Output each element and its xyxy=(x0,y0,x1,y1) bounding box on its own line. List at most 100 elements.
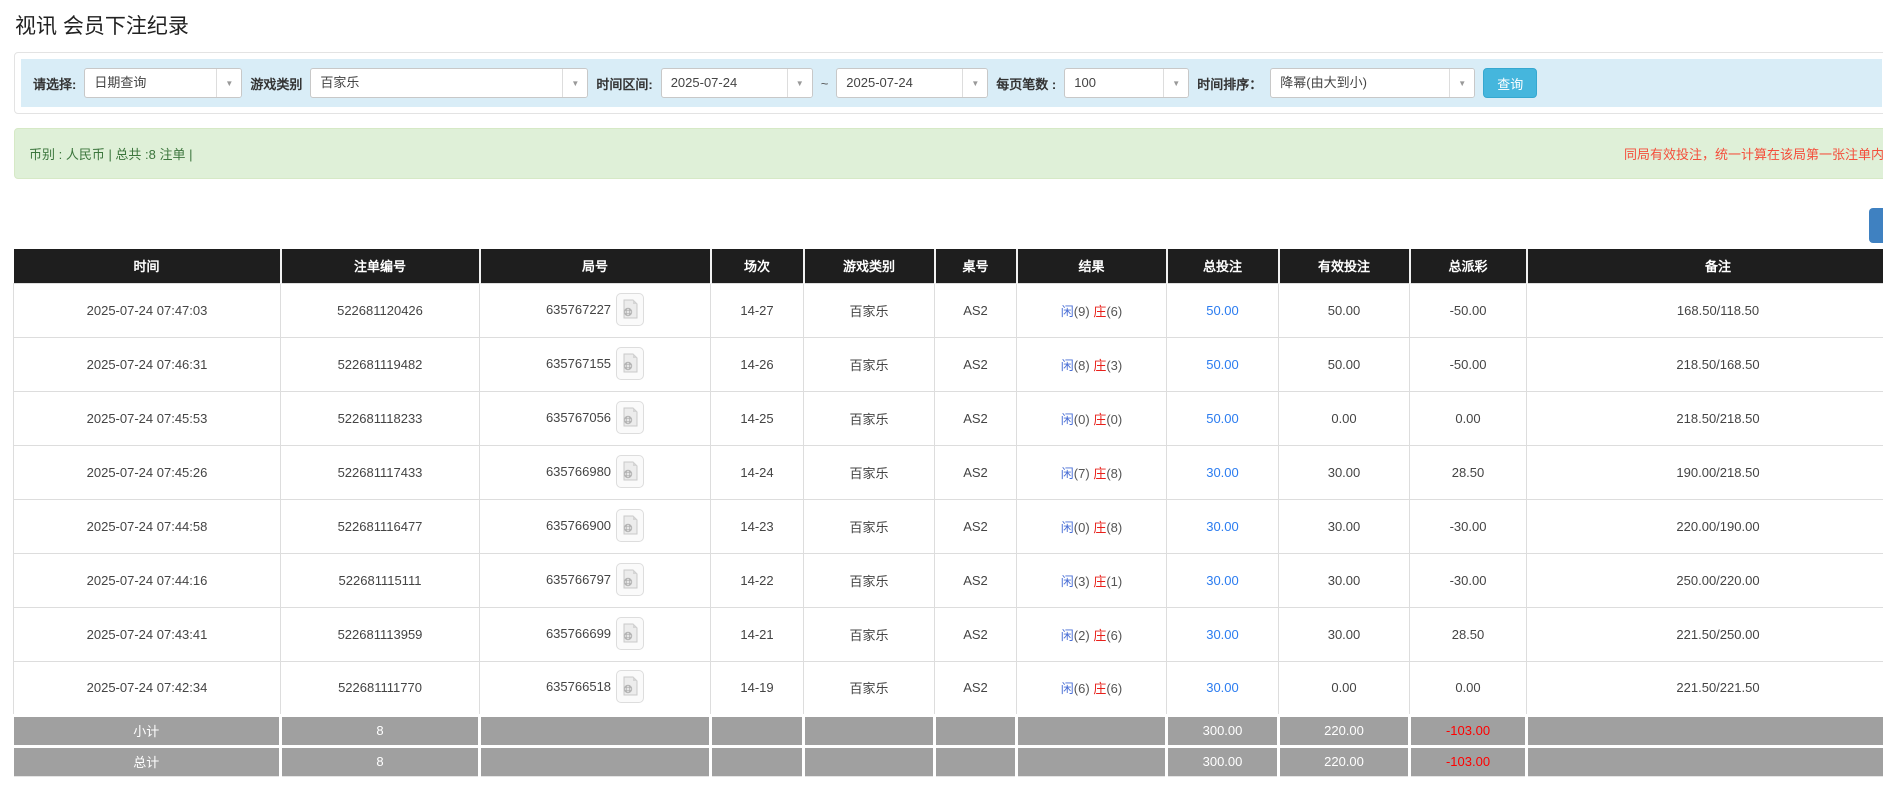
bet-records-table: 时间 注单编号 局号 场次 游戏类别 桌号 结果 总投注 有效投注 总派彩 备注… xyxy=(13,249,1883,777)
banker-result: 庄 xyxy=(1093,628,1106,643)
chevron-down-icon[interactable]: ▼ xyxy=(562,69,587,97)
table-row: 2025-07-24 07:47:03 522681120426 6357672… xyxy=(14,283,1883,337)
table-header-row: 时间 注单编号 局号 场次 游戏类别 桌号 结果 总投注 有效投注 总派彩 备注 xyxy=(14,249,1883,283)
cell-payout: -30.00 xyxy=(1410,553,1527,607)
cell-payout: 0.00 xyxy=(1410,391,1527,445)
time-sort-select[interactable]: 降幂(由大到小) ▼ xyxy=(1270,68,1475,98)
betting-records-page: 视讯 会员下注纪录 请选择: 日期查询 ▼ 游戏类别 百家乐 ▼ 时间区间: 2… xyxy=(0,0,1883,807)
cell-bet-no: 522681119482 xyxy=(281,337,480,391)
cell-total-bet: 30.00 xyxy=(1167,607,1279,661)
cell-table-no: AS2 xyxy=(935,391,1017,445)
video-replay-icon[interactable] xyxy=(616,401,644,434)
currency-total-text: 币别 : 人民币 | 总共 :8 注单 | xyxy=(29,144,193,163)
date-from-select[interactable]: 2025-07-24 ▼ xyxy=(661,68,813,98)
total-bet-link[interactable]: 30.00 xyxy=(1206,465,1239,480)
banker-result: 庄 xyxy=(1093,574,1106,589)
video-replay-icon[interactable] xyxy=(616,670,644,703)
total-count: 8 xyxy=(281,746,480,776)
subtotal-valid-bet: 220.00 xyxy=(1279,715,1410,746)
cell-note: 221.50/250.00 xyxy=(1527,607,1883,661)
cell-valid-bet: 30.00 xyxy=(1279,553,1410,607)
video-replay-icon[interactable] xyxy=(616,347,644,380)
cell-valid-bet: 50.00 xyxy=(1279,337,1410,391)
chevron-down-icon[interactable]: ▼ xyxy=(1449,69,1474,97)
total-valid-bet: 220.00 xyxy=(1279,746,1410,776)
query-type-select[interactable]: 日期查询 ▼ xyxy=(84,68,242,98)
table-row: 2025-07-24 07:44:58 522681116477 6357669… xyxy=(14,499,1883,553)
cell-game-type: 百家乐 xyxy=(804,283,935,337)
cell-valid-bet: 30.00 xyxy=(1279,499,1410,553)
cutoff-action-button[interactable] xyxy=(1869,208,1883,243)
col-header-payout: 总派彩 xyxy=(1410,249,1527,283)
player-result: 闲 xyxy=(1061,681,1074,696)
cell-session: 14-25 xyxy=(711,391,804,445)
range-tilde: ~ xyxy=(821,76,829,91)
cell-bet-no: 522681118233 xyxy=(281,391,480,445)
total-bet-link[interactable]: 30.00 xyxy=(1206,573,1239,588)
video-replay-icon[interactable] xyxy=(616,455,644,488)
cell-note: 168.50/118.50 xyxy=(1527,283,1883,337)
cell-game-type: 百家乐 xyxy=(804,661,935,715)
cell-total-bet: 30.00 xyxy=(1167,445,1279,499)
chevron-down-icon[interactable]: ▼ xyxy=(216,69,241,97)
page-title: 视讯 会员下注纪录 xyxy=(0,0,1883,52)
cell-session: 14-23 xyxy=(711,499,804,553)
banker-result: 庄 xyxy=(1093,520,1106,535)
total-total-bet: 300.00 xyxy=(1167,746,1279,776)
query-button[interactable]: 查询 xyxy=(1483,68,1537,98)
date-to-select[interactable]: 2025-07-24 ▼ xyxy=(836,68,988,98)
cell-result: 闲(0) 庄(8) xyxy=(1017,499,1167,553)
cell-round-no: 635767056 xyxy=(480,391,711,445)
cell-table-no: AS2 xyxy=(935,337,1017,391)
cell-time: 2025-07-24 07:46:31 xyxy=(14,337,281,391)
total-label: 总计 xyxy=(14,746,281,776)
total-bet-link[interactable]: 50.00 xyxy=(1206,411,1239,426)
cell-note: 218.50/168.50 xyxy=(1527,337,1883,391)
subtotal-total-bet: 300.00 xyxy=(1167,715,1279,746)
cell-game-type: 百家乐 xyxy=(804,553,935,607)
subtotal-count: 8 xyxy=(281,715,480,746)
banker-result: 庄 xyxy=(1093,681,1106,696)
total-bet-link[interactable]: 30.00 xyxy=(1206,519,1239,534)
cell-table-no: AS2 xyxy=(935,607,1017,661)
game-type-select[interactable]: 百家乐 ▼ xyxy=(310,68,588,98)
table-row: 2025-07-24 07:43:41 522681113959 6357666… xyxy=(14,607,1883,661)
cell-game-type: 百家乐 xyxy=(804,445,935,499)
cell-result: 闲(9) 庄(6) xyxy=(1017,283,1167,337)
player-result: 闲 xyxy=(1061,574,1074,589)
cell-total-bet: 30.00 xyxy=(1167,499,1279,553)
chevron-down-icon[interactable]: ▼ xyxy=(962,69,987,97)
game-type-value: 百家乐 xyxy=(311,69,562,97)
total-bet-link[interactable]: 50.00 xyxy=(1206,303,1239,318)
total-bet-link[interactable]: 30.00 xyxy=(1206,627,1239,642)
time-sort-label: 时间排序： xyxy=(1197,74,1262,93)
cell-payout: 28.50 xyxy=(1410,607,1527,661)
chevron-down-icon[interactable]: ▼ xyxy=(1163,69,1188,97)
total-bet-link[interactable]: 30.00 xyxy=(1206,680,1239,695)
game-type-label: 游戏类别 xyxy=(250,74,302,93)
cell-round-no: 635766699 xyxy=(480,607,711,661)
chevron-down-icon[interactable]: ▼ xyxy=(787,69,812,97)
video-replay-icon[interactable] xyxy=(616,617,644,650)
cell-note: 190.00/218.50 xyxy=(1527,445,1883,499)
banker-result: 庄 xyxy=(1093,466,1106,481)
banker-result: 庄 xyxy=(1093,304,1106,319)
cell-bet-no: 522681117433 xyxy=(281,445,480,499)
video-replay-icon[interactable] xyxy=(616,509,644,542)
video-replay-icon[interactable] xyxy=(616,563,644,596)
cell-session: 14-22 xyxy=(711,553,804,607)
cell-round-no: 635767227 xyxy=(480,283,711,337)
cell-total-bet: 30.00 xyxy=(1167,553,1279,607)
table-row: 2025-07-24 07:44:16 522681115111 6357667… xyxy=(14,553,1883,607)
cell-game-type: 百家乐 xyxy=(804,391,935,445)
total-bet-link[interactable]: 50.00 xyxy=(1206,357,1239,372)
per-page-select[interactable]: 100 ▼ xyxy=(1064,68,1189,98)
cell-time: 2025-07-24 07:43:41 xyxy=(14,607,281,661)
table-row: 2025-07-24 07:45:53 522681118233 6357670… xyxy=(14,391,1883,445)
cell-valid-bet: 50.00 xyxy=(1279,283,1410,337)
cell-game-type: 百家乐 xyxy=(804,607,935,661)
video-replay-icon[interactable] xyxy=(616,293,644,326)
cell-table-no: AS2 xyxy=(935,283,1017,337)
table-row: 2025-07-24 07:45:26 522681117433 6357669… xyxy=(14,445,1883,499)
cell-session: 14-21 xyxy=(711,607,804,661)
